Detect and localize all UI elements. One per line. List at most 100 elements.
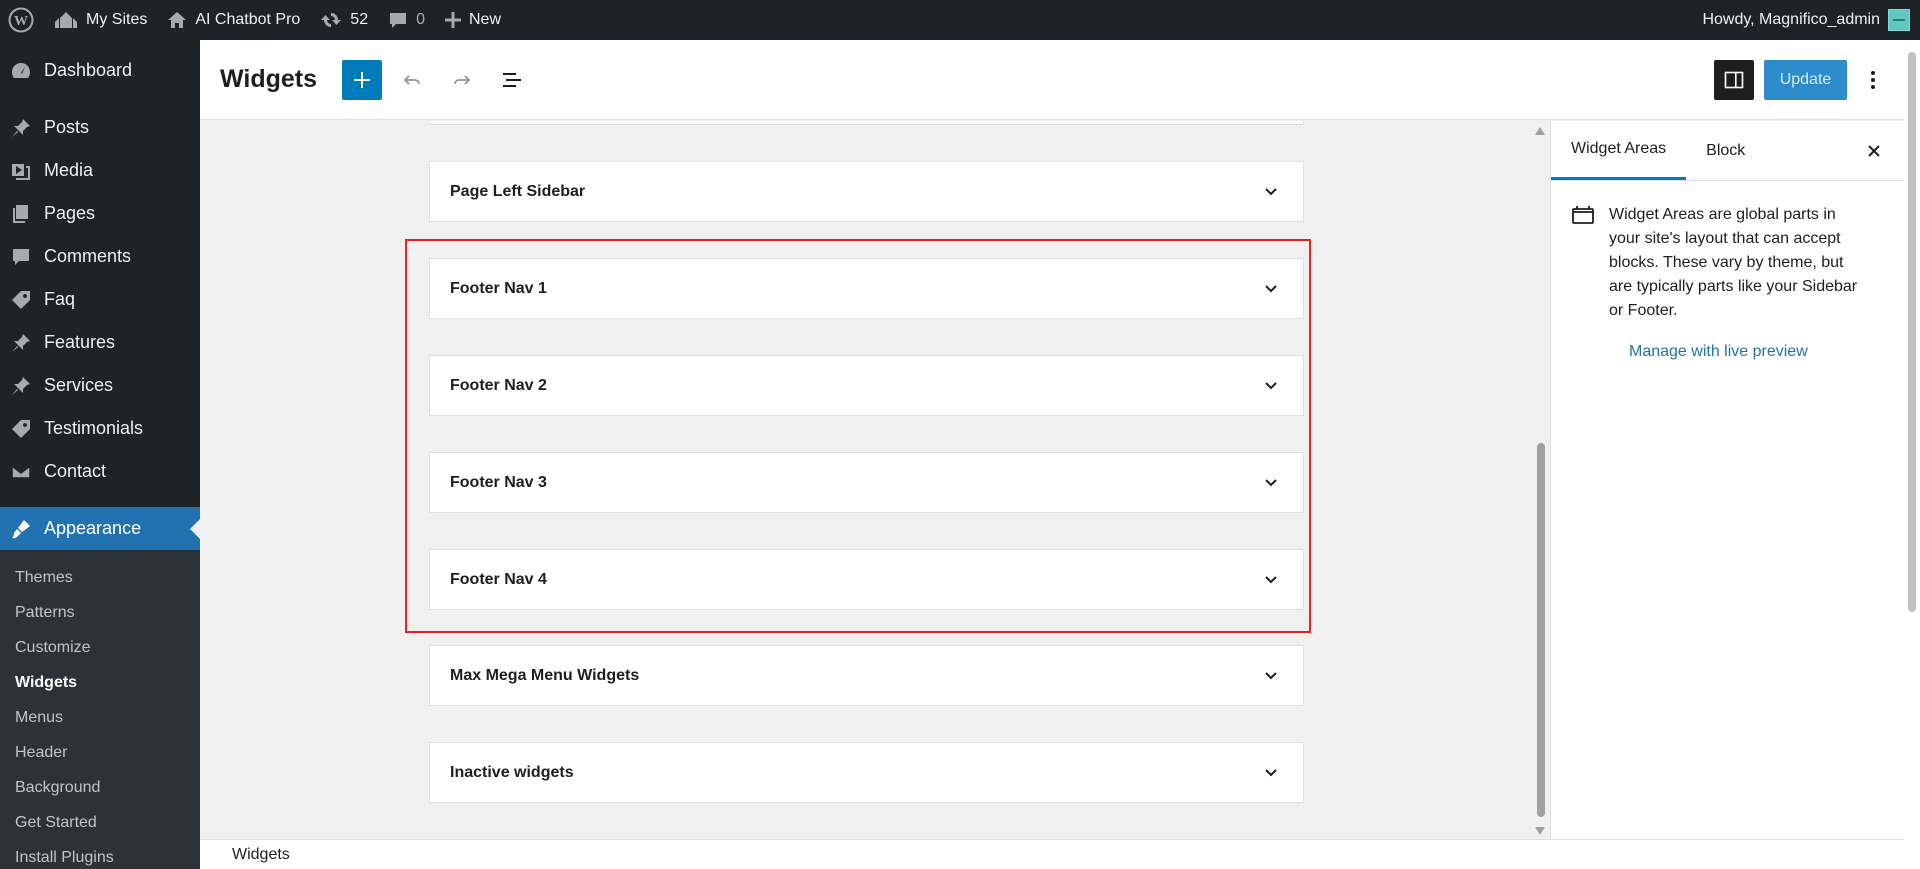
menu-item-label: Posts: [44, 117, 90, 137]
more-vertical-icon: [1871, 71, 1875, 89]
chevron-down-icon[interactable]: [1263, 475, 1279, 491]
admin-menu: Dashboard Posts Media Pages Comments Faq…: [0, 40, 200, 869]
widget-area-icon: [1572, 206, 1594, 224]
sidebar-tabs: Widget Areas Block: [1551, 121, 1904, 181]
menu-item-media[interactable]: Media: [0, 149, 200, 192]
menu-item-comments[interactable]: Comments: [0, 235, 200, 278]
menu-item-label: Pages: [44, 203, 96, 223]
menu-item-services[interactable]: Services: [0, 364, 200, 407]
plus-icon: [354, 71, 370, 88]
plus-icon: [445, 12, 461, 28]
editor-footer: Widgets: [200, 839, 1904, 869]
menu-item-label: Services: [44, 375, 114, 395]
submenu-item-menus[interactable]: Menus: [0, 700, 200, 735]
widget-area-footer-nav-2[interactable]: Footer Nav 2: [429, 355, 1304, 416]
manage-live-preview-link[interactable]: Manage with live preview: [1629, 343, 1808, 361]
widget-area-title: Footer Nav 3: [450, 473, 547, 491]
menu-item-testimonials[interactable]: Testimonials: [0, 407, 200, 450]
widget-area-page-left-sidebar[interactable]: Page Left Sidebar: [429, 161, 1304, 222]
widget-area-title: Page Left Sidebar: [450, 182, 586, 200]
undo-icon: [403, 74, 420, 85]
widget-area-title: Max Mega Menu Widgets: [450, 666, 640, 684]
menu-item-dashboard[interactable]: Dashboard: [0, 49, 200, 92]
chevron-down-icon[interactable]: [1263, 572, 1279, 588]
submenu-item-patterns[interactable]: Patterns: [0, 595, 200, 630]
submenu-item-get-started[interactable]: Get Started: [0, 805, 200, 840]
list-view-button[interactable]: [492, 60, 532, 100]
brush-icon: [12, 519, 30, 538]
menu-item-label: Contact: [44, 461, 107, 481]
submenu-item-widgets[interactable]: Widgets: [0, 665, 200, 700]
undo-button[interactable]: [392, 60, 432, 100]
widget-area-title: Footer Nav 1: [450, 279, 547, 297]
howdy-label: Howdy, Magnifico_admin: [1702, 11, 1880, 28]
tab-block[interactable]: Block: [1686, 121, 1765, 180]
widget-area-partial: [429, 121, 1304, 125]
submenu-item-background[interactable]: Background: [0, 770, 200, 805]
widget-area-footer-nav-4[interactable]: Footer Nav 4: [429, 549, 1304, 610]
scroll-up-arrow-icon[interactable]: [1535, 127, 1545, 135]
options-button[interactable]: [1857, 60, 1889, 100]
chevron-down-icon[interactable]: [1263, 378, 1279, 394]
submenu-item-customize[interactable]: Customize: [0, 630, 200, 665]
menu-item-label: Features: [44, 332, 116, 352]
svg-text:W: W: [14, 14, 28, 29]
my-sites-menu[interactable]: My Sites: [44, 0, 157, 40]
chevron-down-icon[interactable]: [1263, 184, 1279, 200]
close-sidebar-button[interactable]: [1862, 139, 1886, 163]
comment-icon: [13, 248, 29, 265]
menu-item-label: Testimonials: [44, 418, 144, 438]
submenu-item-header[interactable]: Header: [0, 735, 200, 770]
list-view-icon: [503, 72, 521, 87]
pages-icon: [13, 204, 28, 223]
comments-menu[interactable]: 0: [378, 0, 435, 40]
menu-item-posts[interactable]: Posts: [0, 106, 200, 149]
site-name-menu[interactable]: AI Chatbot Pro: [157, 0, 310, 40]
chevron-down-icon[interactable]: [1263, 765, 1279, 781]
updates-count: 52: [350, 11, 369, 28]
menu-item-appearance[interactable]: Appearance: [0, 507, 200, 550]
pin-icon: [12, 118, 30, 137]
widget-area-inactive-widgets[interactable]: Inactive widgets: [429, 742, 1304, 803]
scroll-down-arrow-icon[interactable]: [1535, 827, 1545, 835]
update-button[interactable]: Update: [1764, 60, 1847, 100]
new-content-menu[interactable]: New: [435, 0, 511, 40]
my-account-menu[interactable]: Howdy, Magnifico_admin: [1702, 0, 1920, 40]
widget-area-footer-nav-1[interactable]: Footer Nav 1: [429, 258, 1304, 319]
settings-sidebar-toggle[interactable]: [1714, 60, 1754, 100]
redo-button[interactable]: [442, 60, 482, 100]
wordpress-logo-button[interactable]: W: [0, 0, 44, 40]
widget-area-max-mega-menu[interactable]: Max Mega Menu Widgets: [429, 645, 1304, 706]
page-scrollbar[interactable]: [1904, 40, 1920, 869]
updates-menu[interactable]: 52: [310, 0, 378, 40]
chevron-down-icon[interactable]: [1263, 281, 1279, 297]
sites-icon: [55, 12, 77, 28]
add-block-button[interactable]: [342, 59, 382, 100]
pin-icon: [12, 333, 30, 352]
dashboard-icon: [11, 62, 31, 78]
comment-icon: [390, 13, 407, 28]
menu-item-contact[interactable]: Contact: [0, 450, 200, 493]
wordpress-icon: W: [8, 7, 34, 33]
submenu-item-install-plugins[interactable]: Install Plugins: [0, 840, 200, 869]
scrollbar-thumb[interactable]: [1537, 443, 1545, 817]
submenu-item-themes[interactable]: Themes: [0, 560, 200, 595]
home-icon: [168, 12, 187, 28]
widget-areas-info: Widget Areas are global parts in your si…: [1551, 181, 1904, 323]
widget-areas-description: Widget Areas are global parts in your si…: [1609, 206, 1858, 319]
chevron-down-icon[interactable]: [1263, 668, 1279, 684]
appearance-submenu: Themes Patterns Customize Widgets Menus …: [0, 550, 200, 869]
menu-item-pages[interactable]: Pages: [0, 192, 200, 235]
page-title: Widgets: [220, 65, 317, 93]
canvas-scrollbar[interactable]: [1530, 121, 1550, 839]
menu-item-faq[interactable]: Faq: [0, 278, 200, 321]
breadcrumb[interactable]: Widgets: [232, 846, 290, 864]
site-name-label: AI Chatbot Pro: [195, 11, 301, 28]
widget-area-footer-nav-3[interactable]: Footer Nav 3: [429, 452, 1304, 513]
tab-widget-areas[interactable]: Widget Areas: [1551, 121, 1687, 180]
menu-item-label: Comments: [44, 246, 132, 266]
new-label: New: [469, 11, 502, 28]
widget-areas-canvas: Page Left Sidebar Footer Nav 1 Footer Na…: [200, 121, 1530, 839]
menu-item-features[interactable]: Features: [0, 321, 200, 364]
page-scrollbar-thumb[interactable]: [1908, 52, 1916, 612]
